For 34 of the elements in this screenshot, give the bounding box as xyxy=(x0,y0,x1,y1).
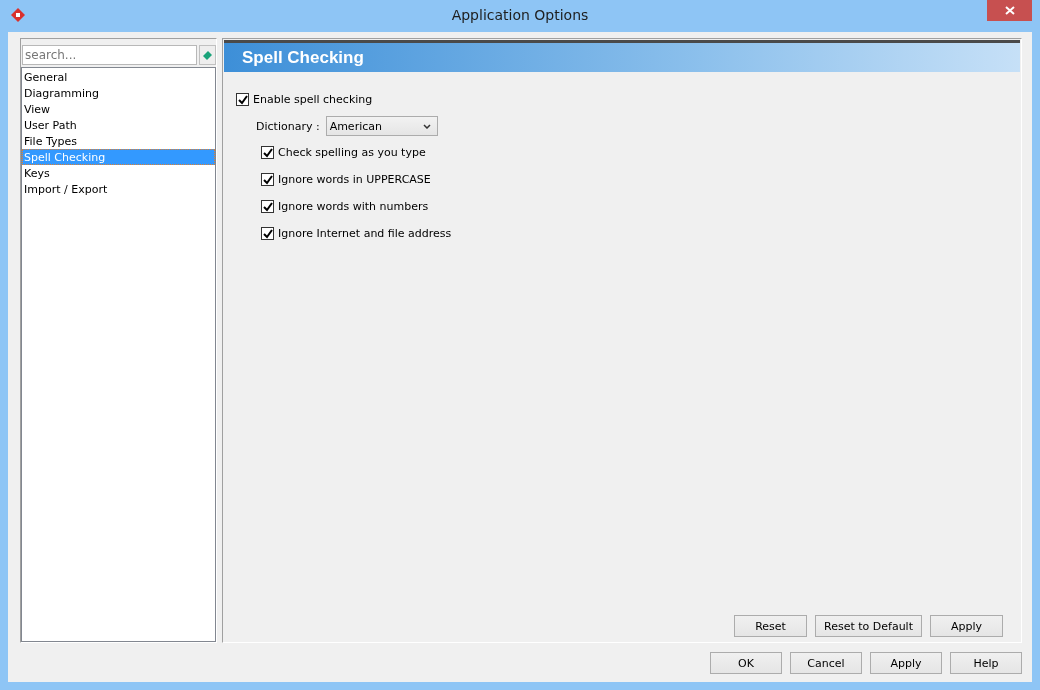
category-item[interactable]: Diagramming xyxy=(22,85,215,101)
category-item[interactable]: User Path xyxy=(22,117,215,133)
option-label: Check spelling as you type xyxy=(278,146,426,159)
category-item[interactable]: General xyxy=(22,69,215,85)
option-label: Ignore words with numbers xyxy=(278,200,429,213)
dialog-button[interactable]: Apply xyxy=(870,652,942,674)
dialog-button[interactable]: OK xyxy=(710,652,782,674)
option-label: Ignore Internet and file address xyxy=(278,227,452,240)
dictionary-label: Dictionary : xyxy=(256,119,320,133)
search-field[interactable]: search... xyxy=(22,45,198,65)
dictionary-select[interactable]: American xyxy=(325,116,438,136)
page-title: Spell Checking xyxy=(242,47,364,68)
checkbox[interactable] xyxy=(261,227,274,240)
checkbox[interactable] xyxy=(261,200,274,213)
option-label: Ignore words in UPPERCASE xyxy=(278,173,431,186)
close-icon xyxy=(1004,6,1015,15)
close-button[interactable] xyxy=(987,0,1032,21)
chevron-icon xyxy=(422,123,431,129)
category-item[interactable]: Import / Export xyxy=(22,181,215,197)
app-logo-icon xyxy=(10,7,26,23)
checkbox[interactable] xyxy=(261,173,274,186)
category-item[interactable]: View xyxy=(22,101,215,117)
panel-button[interactable]: Apply xyxy=(930,615,1003,637)
checkbox[interactable] xyxy=(261,146,274,159)
clear-search-button[interactable] xyxy=(199,45,216,65)
panel-button[interactable]: Reset xyxy=(734,615,808,637)
option-label: Enable spell checking xyxy=(253,93,373,106)
dialog-button[interactable]: Help xyxy=(950,652,1022,674)
category-item[interactable]: Keys xyxy=(22,165,215,181)
category-item[interactable]: File Types xyxy=(22,133,215,149)
checkbox[interactable] xyxy=(236,93,249,106)
window-title: Application Options xyxy=(451,7,589,23)
dialog-button[interactable]: Cancel xyxy=(790,652,862,674)
panel-button[interactable]: Reset to Default xyxy=(815,615,922,637)
